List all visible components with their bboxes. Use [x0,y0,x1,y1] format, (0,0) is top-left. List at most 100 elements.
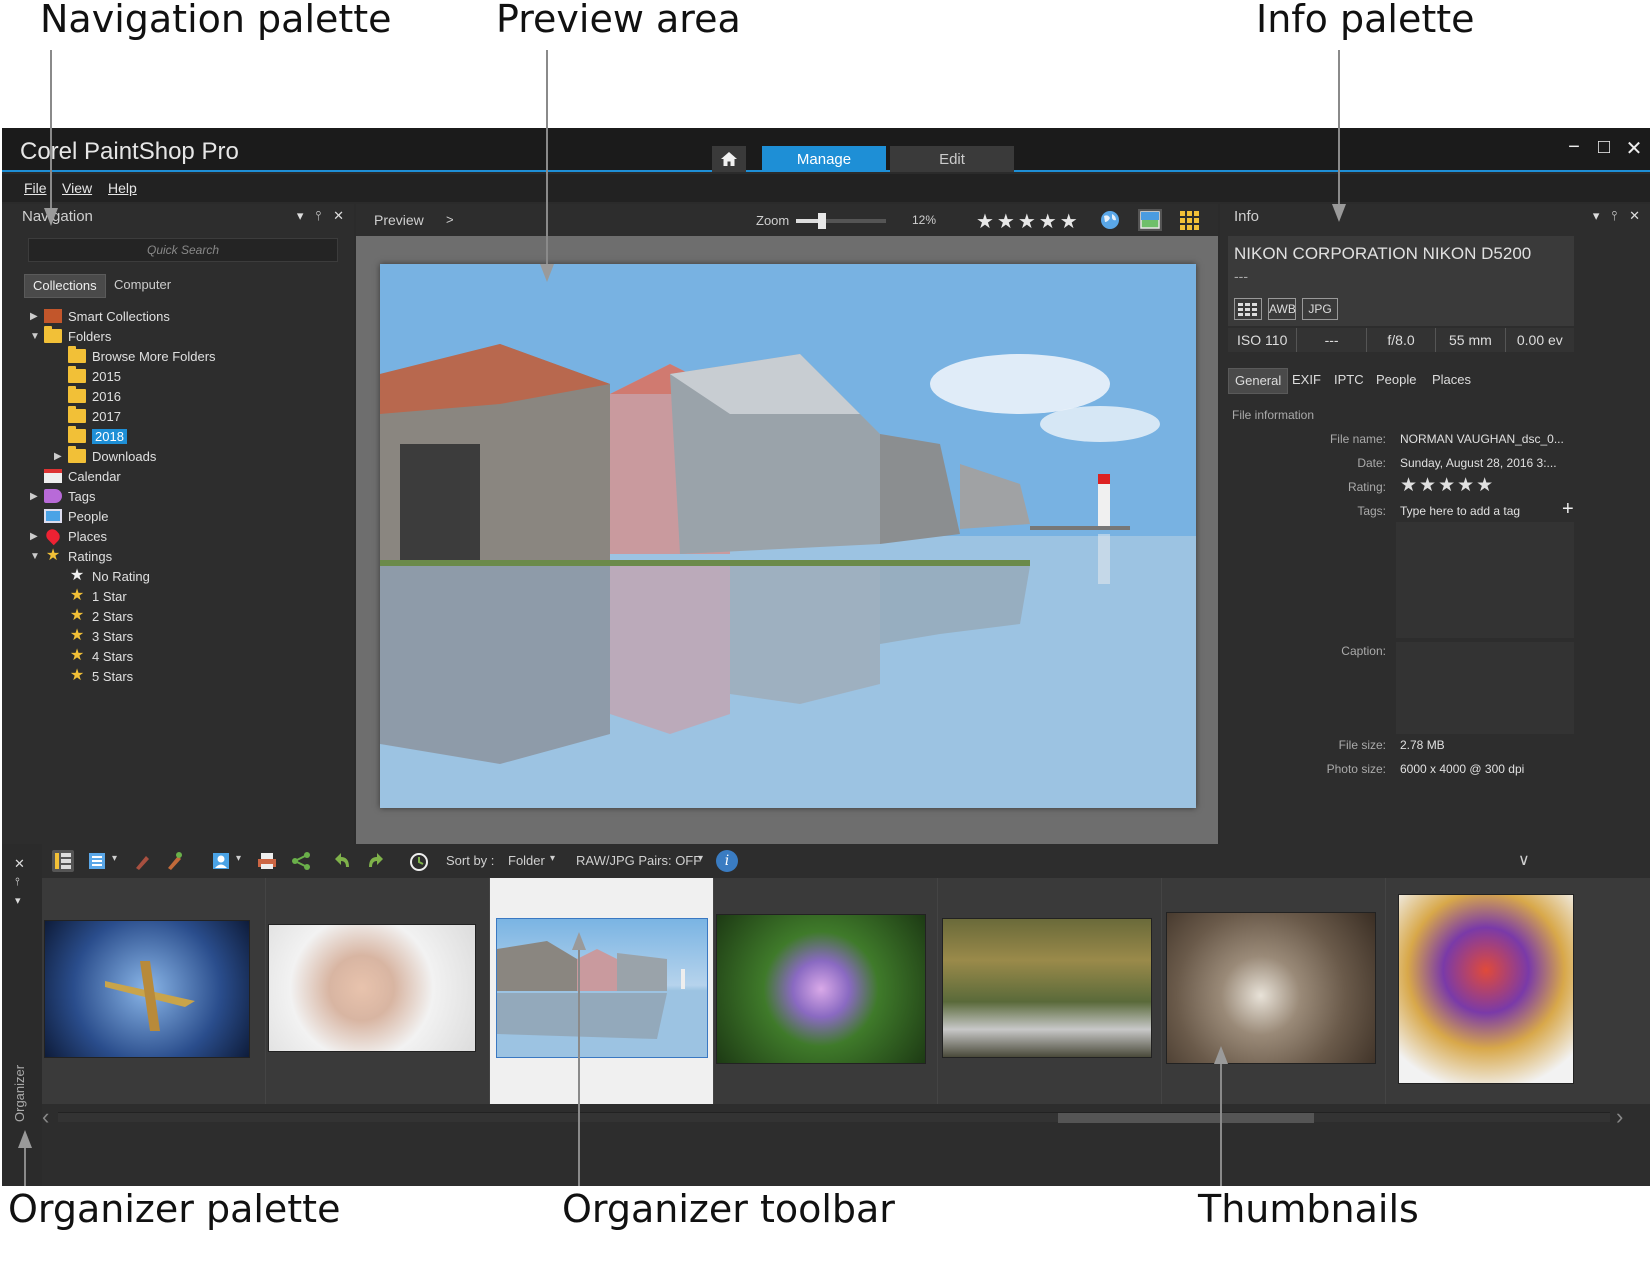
info-close-icon[interactable]: ✕ [1629,208,1640,224]
zoom-slider-thumb[interactable] [818,213,826,229]
zoom-slider[interactable] [796,219,886,223]
thumbnail-forest-stream[interactable] [938,878,1162,1104]
navigation-close-icon[interactable]: ✕ [333,208,344,224]
star-icon: ★ [68,629,86,643]
minimize-button[interactable]: − [1562,136,1586,159]
tags-area[interactable] [1396,522,1574,638]
maximize-button[interactable]: □ [1592,136,1616,159]
thumbnail-water-lily[interactable] [714,878,938,1104]
tags-input[interactable]: Type here to add a tag [1400,504,1520,518]
quick-search-input[interactable]: Quick Search [28,238,338,262]
person-tag-icon[interactable] [210,850,232,872]
expand-icon[interactable]: ▶ [30,311,44,322]
tab-general[interactable]: General [1228,368,1288,394]
print-icon[interactable] [256,850,278,872]
tree-item-2018[interactable]: 2018 [68,426,127,446]
timeline-icon[interactable] [408,850,430,872]
single-view-icon[interactable] [1138,209,1162,231]
tree-item-browse-more-folders[interactable]: Browse More Folders [68,346,216,366]
tree-item-label: 2017 [92,409,121,424]
tab-manage[interactable]: Manage [762,146,886,172]
add-tag-button[interactable]: + [1562,498,1574,521]
tree-item-1-star[interactable]: ★ 1 Star [68,586,127,606]
details-view-dropdown-icon[interactable]: ▾ [112,853,117,864]
tab-people[interactable]: People [1370,368,1422,394]
tab-iptc[interactable]: IPTC [1328,368,1370,394]
tree-item-smart-collections[interactable]: ▶ Smart Collections [30,306,170,326]
preview-chevron-icon[interactable]: > [446,212,454,227]
tree-item-calendar[interactable]: Calendar [44,466,121,486]
thumbnail-chickadee[interactable] [1162,878,1386,1104]
info-dropdown-icon[interactable]: ▾ [1593,208,1600,224]
tab-collections[interactable]: Collections [24,274,106,298]
menu-file[interactable]: File [24,180,47,196]
tab-places[interactable]: Places [1426,368,1477,394]
globe-icon[interactable] [1098,209,1122,231]
collapse-icon[interactable]: ▼ [30,331,44,342]
tree-item-people[interactable]: People [44,506,108,526]
tree-item-2-stars[interactable]: ★ 2 Stars [68,606,133,626]
edit-brush-icon[interactable] [132,850,154,872]
collapse-icon[interactable]: ▼ [30,551,44,562]
tree-item-folders[interactable]: ▼ Folders [30,326,111,346]
layout-toggle-icon[interactable] [52,850,74,872]
tab-computer[interactable]: Computer [106,274,179,298]
thumbnail-portrait[interactable] [266,878,490,1104]
info-toggle-icon[interactable]: i [716,850,738,872]
expand-icon[interactable]: ▶ [54,451,68,462]
thumbnail-dragon-illustration[interactable] [1386,878,1610,1104]
organizer-close-icon[interactable]: ✕ [14,856,25,872]
tree-item-3-stars[interactable]: ★ 3 Stars [68,626,133,646]
tree-item-4-stars[interactable]: ★ 4 Stars [68,646,133,666]
home-button[interactable] [712,146,746,172]
expand-icon[interactable]: ▶ [30,531,44,542]
details-view-icon[interactable] [86,850,108,872]
share-icon[interactable] [290,850,312,872]
tree-item-places[interactable]: ▶ Places [30,526,107,546]
scrollbar-thumb[interactable] [1058,1113,1314,1123]
grid-view-icon[interactable] [1178,209,1202,231]
tree-item-2017[interactable]: 2017 [68,406,121,426]
adjust-brush-icon[interactable] [164,850,186,872]
thumbnail-image [268,924,476,1052]
navigation-pin-icon[interactable]: ⫯ [315,208,321,224]
thumbnail-airplane[interactable] [42,878,266,1104]
raw-jpg-pairs-dropdown-icon[interactable]: ▾ [698,853,703,864]
sort-by-dropdown-icon[interactable]: ▾ [550,853,555,864]
tree-item-no-rating[interactable]: ★ No Rating [68,566,150,586]
menu-help[interactable]: Help [108,180,137,196]
thumbnail-boathouses-selected[interactable] [490,878,714,1104]
organizer-pin-icon[interactable]: ⫯ [15,876,20,889]
sort-by-dropdown[interactable]: Folder [508,853,545,868]
rotate-left-icon[interactable] [332,850,354,872]
thumbnail-scrollbar[interactable] [58,1112,1610,1122]
scroll-right-icon[interactable]: › [1616,1104,1623,1130]
thumbnail-image [44,920,250,1058]
caption-label: Caption: [1341,644,1386,658]
tree-item-5-stars[interactable]: ★ 5 Stars [68,666,133,686]
camera-summary: NIKON CORPORATION NIKON D5200 --- AWB JP… [1228,236,1574,326]
tree-item-2016[interactable]: 2016 [68,386,121,406]
info-pin-icon[interactable]: ⫯ [1611,208,1617,224]
tab-edit[interactable]: Edit [890,146,1014,172]
tree-item-downloads[interactable]: ▶ Downloads [54,446,156,466]
rotate-right-icon[interactable] [364,850,386,872]
close-button[interactable]: ✕ [1622,136,1646,161]
collapse-organizer-icon[interactable]: ∨ [1518,850,1530,870]
tab-exif[interactable]: EXIF [1286,368,1327,394]
tree-item-label: Folders [68,329,111,344]
menu-view[interactable]: View [62,180,92,196]
scroll-left-icon[interactable]: ‹ [42,1104,49,1130]
tree-item-2015[interactable]: 2015 [68,366,121,386]
caption-area[interactable] [1396,642,1574,734]
preview-rating-stars[interactable]: ★★★★★ [976,209,1081,234]
organizer-dropdown-icon[interactable]: ▾ [15,894,21,907]
expand-icon[interactable]: ▶ [30,491,44,502]
navigation-dropdown-icon[interactable]: ▾ [297,208,304,224]
person-tag-dropdown-icon[interactable]: ▾ [236,853,241,864]
raw-jpg-pairs-toggle[interactable]: RAW/JPG Pairs: OFF [576,853,701,868]
tree-item-ratings[interactable]: ▼ ★ Ratings [30,546,112,566]
tags-label: Tags: [1357,504,1386,518]
tree-item-tags[interactable]: ▶ Tags [30,486,95,506]
rating-stars[interactable]: ★★★★★ [1400,474,1495,497]
